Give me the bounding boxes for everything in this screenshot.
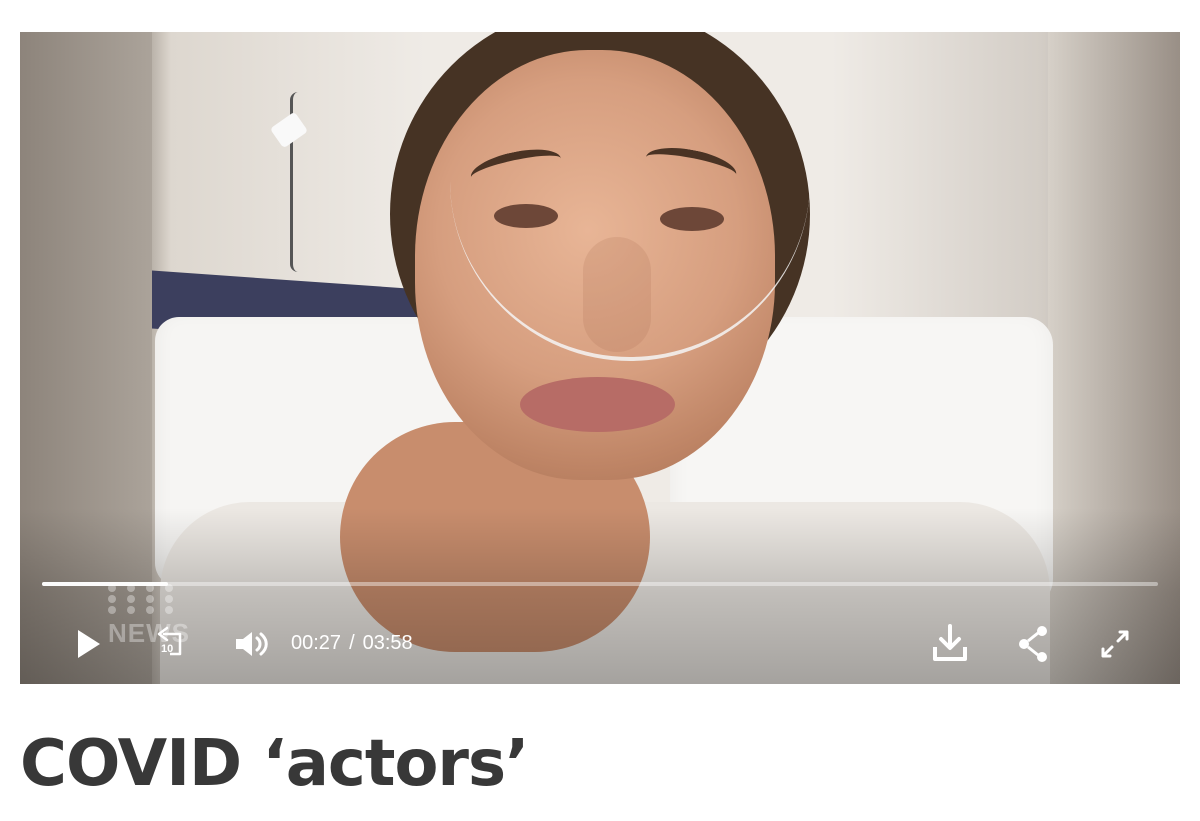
play-icon [69,625,107,663]
download-icon [927,621,973,667]
volume-button[interactable] [227,622,275,666]
watermark-dot [146,595,154,603]
watermark-dot [165,606,173,614]
video-controls-overlay [20,32,1180,684]
time-separator: / [349,632,355,654]
watermark-dot [127,606,135,614]
video-progress-bar[interactable] [42,582,1158,586]
watermark-dot [108,595,116,603]
rewind-10-icon: 10 [150,623,192,665]
fullscreen-button[interactable] [1089,618,1141,670]
watermark-dot [146,606,154,614]
video-player[interactable]: NEWS 10 00:27 / 03:58 [20,32,1180,684]
download-button[interactable] [924,618,976,670]
watermark-dot [127,595,135,603]
video-time-display: 00:27 / 03:58 [291,629,413,657]
volume-icon [230,623,272,665]
rewind-seconds-label: 10 [161,643,174,655]
share-button[interactable] [1008,618,1060,670]
total-duration: 03:58 [362,632,413,654]
current-time: 00:27 [291,632,342,654]
play-button[interactable] [64,622,112,666]
rewind-10-button[interactable]: 10 [147,622,195,666]
watermark-dot [108,606,116,614]
watermark-dot [165,595,173,603]
share-icon [1011,621,1057,667]
video-progress-fill [42,582,169,586]
page: NEWS 10 00:27 / 03:58 COVID ‘actors’ [0,0,1200,821]
watermark-dots [108,584,188,616]
article-title: COVID ‘actors’ [20,727,529,801]
fullscreen-icon [1092,621,1138,667]
